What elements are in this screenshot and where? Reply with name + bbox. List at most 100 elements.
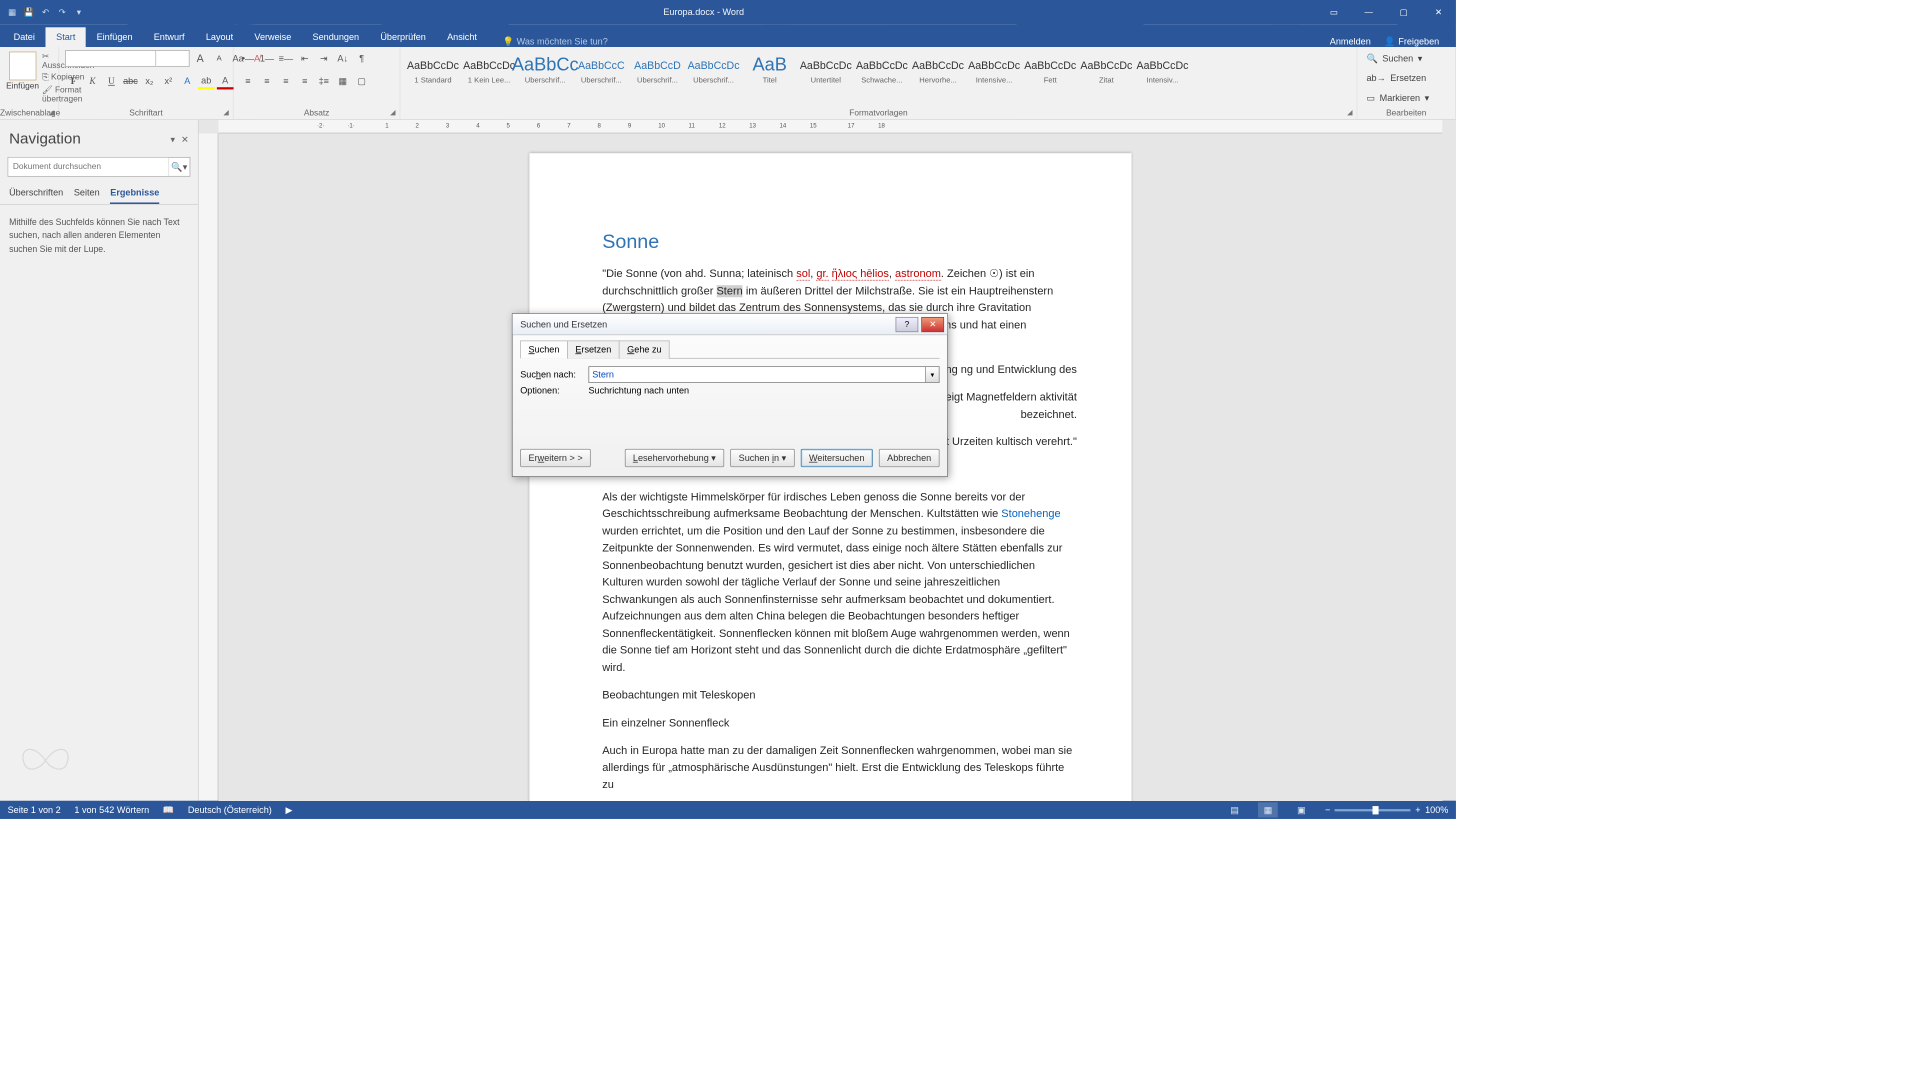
nav-dropdown-icon[interactable]: ▾ [171,134,176,145]
text-effects-button[interactable]: A [179,73,196,90]
align-right-button[interactable]: ≡ [278,73,295,90]
bold-button[interactable]: F [65,73,82,90]
tab-layout[interactable]: Layout [195,27,244,47]
dialog-close-button[interactable]: ✕ [921,317,944,332]
zoom-slider[interactable] [1335,809,1411,811]
tab-references[interactable]: Verweise [244,27,302,47]
align-left-button[interactable]: ≡ [240,73,257,90]
style-item[interactable]: AaBbCcDcSchwache... [855,50,908,100]
ruler-horizontal[interactable]: ·2··1·1234567891011121314151718 [218,120,1442,134]
dialog-titlebar[interactable]: Suchen und Ersetzen ? ✕ [513,314,948,335]
style-item[interactable]: AaBbCcDc1 Standard [406,50,459,100]
bullets-button[interactable]: •— [240,50,257,67]
undo-icon[interactable]: ↶ [39,6,51,18]
tab-review[interactable]: Überprüfen [370,27,437,47]
style-item[interactable]: AaBbCcDcÜberschrif... [687,50,740,100]
find-input[interactable] [588,366,925,383]
view-web-icon[interactable]: ▣ [1292,802,1312,817]
find-next-button[interactable]: Weitersuchen [801,449,873,467]
style-item[interactable]: AaBbCcDcHervorhe... [911,50,964,100]
close-button[interactable]: ✕ [1421,0,1456,24]
find-button[interactable]: 🔍 Suchen ▾ [1363,50,1422,67]
dialog-tab-find[interactable]: Suchen [520,340,568,358]
reading-highlight-button[interactable]: Lesehervorhebung ▾ [625,449,725,467]
nav-tab-results[interactable]: Ergebnisse [110,187,159,204]
show-marks-button[interactable]: ¶ [353,50,370,67]
style-item[interactable]: AaBbCcÜberschrif... [519,50,572,100]
highlight-button[interactable]: ab [198,73,215,90]
dialog-launcher-icon[interactable]: ◢ [387,107,398,118]
maximize-button[interactable]: ▢ [1386,0,1421,24]
status-proofing-icon[interactable]: 📖 [163,805,174,816]
style-item[interactable]: AaBbCcDc1 Kein Lee... [463,50,516,100]
style-item[interactable]: AaBbCcDcZitat [1080,50,1133,100]
nav-close-icon[interactable]: ✕ [181,134,189,145]
tab-design[interactable]: Entwurf [143,27,195,47]
share-button[interactable]: 👤 Freigeben [1384,36,1439,47]
status-words[interactable]: 1 von 542 Wörtern [74,805,149,816]
find-history-dropdown[interactable]: ▼ [926,366,940,383]
replace-button[interactable]: ab→ Ersetzen [1363,70,1426,87]
style-item[interactable]: AaBbCcDcIntensive... [968,50,1021,100]
font-name-input[interactable] [65,50,156,67]
qat-more-icon[interactable]: ▾ [73,6,85,18]
dialog-tab-replace[interactable]: Ersetzen [567,340,620,358]
dialog-tab-goto[interactable]: Gehe zu [619,340,670,358]
shading-button[interactable]: ▦ [334,73,351,90]
italic-button[interactable]: K [84,73,101,90]
superscript-button[interactable]: x² [160,73,177,90]
nav-search-input[interactable] [8,158,168,176]
line-spacing-button[interactable]: ‡≡ [315,73,332,90]
zoom-out-button[interactable]: − [1325,805,1330,816]
decrease-indent-button[interactable]: ⇤ [296,50,313,67]
style-item[interactable]: AaBTitel [743,50,796,100]
nav-tab-pages[interactable]: Seiten [74,187,100,204]
subscript-button[interactable]: x₂ [141,73,158,90]
align-center-button[interactable]: ≡ [259,73,276,90]
status-page[interactable]: Seite 1 von 2 [8,805,61,816]
view-print-icon[interactable]: ▦ [1258,802,1278,817]
justify-button[interactable]: ≡ [296,73,313,90]
view-read-icon[interactable]: ▤ [1225,802,1245,817]
font-color-button[interactable]: A [217,73,234,90]
zoom-in-button[interactable]: + [1415,805,1420,816]
numbering-button[interactable]: 1— [259,50,276,67]
select-button[interactable]: ▭ Markieren ▾ [1363,89,1429,106]
search-icon[interactable]: 🔍▾ [168,158,189,176]
underline-button[interactable]: U [103,73,120,90]
save-icon[interactable]: 💾 [23,6,35,18]
font-size-input[interactable] [156,50,189,67]
dialog-launcher-icon[interactable]: ◢ [46,107,57,118]
more-button[interactable]: Erweitern > > [520,449,591,467]
dialog-help-button[interactable]: ? [896,317,919,332]
ruler-vertical[interactable] [199,133,219,800]
status-language[interactable]: Deutsch (Österreich) [188,805,272,816]
paste-button[interactable]: Einfügen [6,50,39,91]
sort-button[interactable]: A↓ [334,50,351,67]
style-item[interactable]: AaBbCcDcUntertitel [799,50,852,100]
style-item[interactable]: AaBbCcDÜberschrif... [631,50,684,100]
cancel-button[interactable]: Abbrechen [879,449,940,467]
tab-file[interactable]: Datei [3,27,45,47]
tell-me[interactable]: 💡 Was möchten Sie tun? [503,36,608,47]
sign-in[interactable]: Anmelden [1330,36,1371,47]
tab-insert[interactable]: Einfügen [86,27,143,47]
tab-view[interactable]: Ansicht [436,27,487,47]
search-in-button[interactable]: Suchen in ▾ [730,449,794,467]
redo-icon[interactable]: ↷ [56,6,68,18]
dialog-launcher-icon[interactable]: ◢ [221,107,232,118]
nav-tab-headings[interactable]: Überschriften [9,187,63,204]
minimize-button[interactable]: — [1351,0,1386,24]
style-item[interactable]: AaBbCcCÜberschrif... [575,50,628,100]
style-item[interactable]: AaBbCcDcIntensiv... [1136,50,1189,100]
dialog-launcher-icon[interactable]: ◢ [1344,107,1355,118]
ribbon-display-button[interactable]: ▭ [1316,0,1351,24]
tab-home[interactable]: Start [46,27,86,47]
tab-mailings[interactable]: Sendungen [302,27,370,47]
grow-font-button[interactable]: A [192,50,209,67]
increase-indent-button[interactable]: ⇥ [315,50,332,67]
borders-button[interactable]: ▢ [353,73,370,90]
status-macro-icon[interactable]: ▶ [285,805,292,816]
shrink-font-button[interactable]: A [211,50,228,67]
strike-button[interactable]: abc [122,73,139,90]
